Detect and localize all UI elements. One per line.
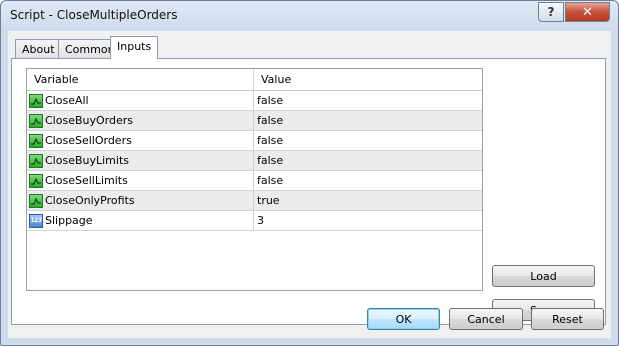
tab-about[interactable]: About — [15, 39, 62, 58]
variable-cell: 123 Slippage — [27, 211, 254, 230]
variable-cell: CloseBuyLimits — [27, 151, 254, 170]
dialog-window: Script - CloseMultipleOrders ? ✕ About C… — [0, 0, 619, 346]
inputs-panel: Variable Value CloseAll false CloseBuyOr… — [11, 58, 606, 325]
variable-name: CloseBuyLimits — [45, 154, 129, 167]
close-button[interactable]: ✕ — [565, 2, 610, 22]
inputs-grid: Variable Value CloseAll false CloseBuyOr… — [26, 68, 483, 291]
help-icon: ? — [547, 5, 555, 19]
boolean-icon — [29, 153, 43, 168]
help-button[interactable]: ? — [538, 2, 564, 22]
window-title: Script - CloseMultipleOrders — [10, 8, 178, 22]
variable-cell: CloseSellLimits — [27, 171, 254, 190]
grid-row[interactable]: CloseBuyLimits false — [27, 151, 482, 171]
grid-row[interactable]: CloseAll false — [27, 91, 482, 111]
value-cell[interactable]: false — [254, 171, 482, 190]
variable-name: Slippage — [45, 214, 93, 227]
boolean-icon — [29, 133, 43, 148]
variable-cell: CloseSellOrders — [27, 131, 254, 150]
variable-name: CloseSellOrders — [45, 134, 132, 147]
load-button[interactable]: Load — [492, 265, 595, 287]
value-cell[interactable]: false — [254, 131, 482, 150]
close-icon: ✕ — [582, 4, 593, 20]
variable-cell: CloseOnlyProfits — [27, 191, 254, 210]
value-cell[interactable]: false — [254, 151, 482, 170]
tab-inputs[interactable]: Inputs — [110, 36, 159, 59]
column-header-value[interactable]: Value — [254, 69, 482, 90]
grid-row[interactable]: CloseSellLimits false — [27, 171, 482, 191]
boolean-icon — [29, 113, 43, 128]
boolean-icon — [29, 93, 43, 108]
column-header-variable[interactable]: Variable — [27, 69, 254, 90]
variable-name: CloseAll — [45, 94, 89, 107]
value-cell[interactable]: 3 — [254, 211, 482, 230]
reset-button[interactable]: Reset — [531, 308, 604, 330]
grid-row[interactable]: CloseBuyOrders false — [27, 111, 482, 131]
variable-name: CloseSellLimits — [45, 174, 128, 187]
value-cell[interactable]: false — [254, 91, 482, 110]
variable-name: CloseOnlyProfits — [45, 194, 135, 207]
title-bar[interactable]: Script - CloseMultipleOrders ? ✕ — [1, 1, 618, 31]
boolean-icon — [29, 193, 43, 208]
variable-name: CloseBuyOrders — [45, 114, 133, 127]
grid-row[interactable]: CloseOnlyProfits true — [27, 191, 482, 211]
integer-icon: 123 — [29, 213, 43, 228]
boolean-icon — [29, 173, 43, 188]
variable-cell: CloseBuyOrders — [27, 111, 254, 130]
dialog-client-area: About Common Inputs Variable Value Close… — [8, 31, 611, 338]
value-cell[interactable]: true — [254, 191, 482, 210]
cancel-button[interactable]: Cancel — [449, 308, 523, 330]
grid-header: Variable Value — [27, 69, 482, 91]
grid-row[interactable]: 123 Slippage 3 — [27, 211, 482, 231]
value-cell[interactable]: false — [254, 111, 482, 130]
variable-cell: CloseAll — [27, 91, 254, 110]
ok-button[interactable]: OK — [367, 308, 440, 330]
grid-row[interactable]: CloseSellOrders false — [27, 131, 482, 151]
